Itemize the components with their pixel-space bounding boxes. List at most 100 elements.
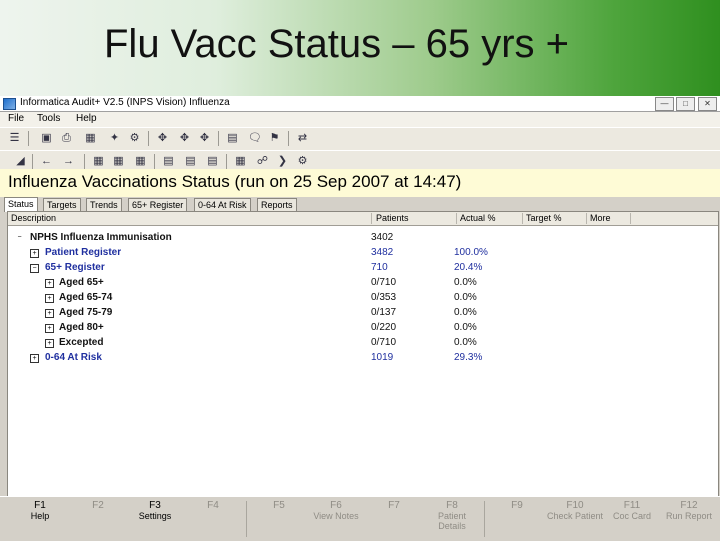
table-row[interactable]: + Aged 65+ 0/710 0.0% (8, 276, 718, 291)
f12-run-report-button[interactable]: F12 Run Report (660, 500, 718, 538)
menu-file[interactable]: File (8, 113, 24, 124)
tab-0-64-at-risk[interactable]: 0-64 At Risk (194, 198, 251, 211)
table-row[interactable]: − NPHS Influenza Immunisation 3402 (8, 231, 718, 246)
arrow-left-icon[interactable]: ← (40, 155, 53, 168)
collapse-icon[interactable]: − (16, 234, 23, 241)
row-label: Aged 80+ (59, 322, 104, 333)
row-actual: 29.3% (454, 352, 483, 363)
f9-button[interactable]: F9 (488, 500, 546, 538)
menu-tools[interactable]: Tools (37, 113, 60, 124)
row-actual: 0.0% (454, 277, 477, 288)
table-row[interactable]: + Excepted 0/710 0.0% (8, 336, 718, 351)
row-patients: 0/710 (371, 337, 397, 348)
card-icon[interactable]: ▤ (226, 132, 239, 145)
tree-icon[interactable]: ☍ (256, 155, 269, 168)
tool-icon[interactable]: ✦ (108, 132, 121, 145)
f7-button[interactable]: F7 (365, 500, 423, 538)
col-patients[interactable]: Patients (373, 213, 457, 224)
window-title: Informatica Audit+ V2.5 (INPS Vision) In… (20, 97, 230, 108)
network-icon[interactable]: ✥ (178, 132, 191, 145)
f8-patient-details-button[interactable]: F8 Patient Details (423, 500, 481, 538)
settings-gear-icon[interactable]: ⚙ (296, 155, 309, 168)
flag-icon[interactable]: ⚑ (268, 132, 281, 145)
preview-icon[interactable]: ▦ (84, 132, 97, 145)
table-row[interactable]: + 0-64 At Risk 1019 29.3% (8, 351, 718, 366)
col-target[interactable]: Target % (523, 213, 587, 224)
fkey-label: Help (30, 511, 50, 521)
report-title: Influenza Vaccinations Status (run on 25… (8, 172, 462, 191)
tab-reports[interactable]: Reports (257, 198, 297, 211)
column-header-row: Description Patients Actual % Target % M… (8, 212, 718, 226)
menu-help[interactable]: Help (76, 113, 97, 124)
f6-view-notes-button[interactable]: F6 View Notes (307, 500, 365, 538)
table-row[interactable]: + Patient Register 3482 100.0% (8, 246, 718, 261)
f5-button[interactable]: F5 (250, 500, 308, 538)
f2-button[interactable]: F2 (69, 500, 127, 538)
toolbar-separator (288, 131, 289, 146)
tab-65-register[interactable]: 65+ Register (128, 198, 188, 211)
fkey-code: F4 (207, 500, 219, 511)
network-icon[interactable]: ✥ (198, 132, 211, 145)
toolbar-separator (218, 131, 219, 146)
fkey-code: F6 (330, 500, 342, 511)
maximize-button[interactable]: □ (676, 97, 695, 111)
col-description[interactable]: Description (8, 213, 372, 224)
row-patients: 3402 (371, 232, 394, 243)
table-row[interactable]: + Aged 65-74 0/353 0.0% (8, 291, 718, 306)
document-icon[interactable]: ▤ (206, 155, 219, 168)
expand-icon[interactable]: + (45, 339, 54, 348)
expand-icon[interactable]: + (30, 354, 39, 363)
toolbar-separator (28, 131, 29, 146)
fkey-code: F1 (34, 500, 46, 511)
f3-settings-button[interactable]: F3 Settings (126, 500, 184, 538)
arrow-right-icon[interactable]: → (62, 155, 75, 168)
sync-icon[interactable]: ⇄ (296, 132, 309, 145)
table-row[interactable]: − 65+ Register 710 20.4% (8, 261, 718, 276)
expand-icon[interactable]: + (45, 294, 54, 303)
table-icon[interactable]: ▦ (234, 155, 247, 168)
function-key-bar: F1 Help F2 F3 Settings F4 F5 F6 View Not… (0, 496, 720, 541)
row-actual: 0.0% (454, 322, 477, 333)
row-patients: 3482 (371, 247, 394, 258)
settings-gear-icon[interactable]: ⚙ (128, 132, 141, 145)
minimize-button[interactable]: — (655, 97, 674, 111)
next-icon[interactable]: ❯ (276, 155, 289, 168)
tab-status[interactable]: Status (4, 197, 38, 212)
fkey-separator (246, 501, 247, 537)
collapse-icon[interactable]: − (30, 264, 39, 273)
tab-trends[interactable]: Trends (86, 198, 122, 211)
slide-header: Flu Vacc Status – 65 yrs + (0, 0, 720, 96)
toolbar-separator (84, 154, 85, 169)
fkey-label: View Notes (313, 511, 359, 521)
col-actual[interactable]: Actual % (457, 213, 523, 224)
report-icon[interactable]: ▦ (134, 155, 147, 168)
expand-icon[interactable]: + (30, 249, 39, 258)
app-window: Informatica Audit+ V2.5 (INPS Vision) In… (0, 96, 720, 541)
chart-icon[interactable]: ◢ (14, 155, 27, 168)
expand-icon[interactable]: + (45, 309, 54, 318)
tab-targets[interactable]: Targets (43, 198, 81, 211)
close-button[interactable]: ✕ (698, 97, 717, 111)
document-icon[interactable]: ▤ (162, 155, 175, 168)
print-icon[interactable]: ⎙ (60, 132, 73, 145)
row-label: Excepted (59, 337, 104, 348)
f1-help-button[interactable]: F1 Help (11, 500, 69, 538)
expand-icon[interactable]: + (45, 324, 54, 333)
report-icon[interactable]: ▦ (92, 155, 105, 168)
fkey-separator (484, 501, 485, 537)
col-more[interactable]: More (587, 213, 631, 224)
f11-coc-card-button[interactable]: F11 Coc Card (603, 500, 661, 538)
document-icon[interactable]: ▤ (184, 155, 197, 168)
f4-button[interactable]: F4 (184, 500, 242, 538)
table-row[interactable]: + Aged 80+ 0/220 0.0% (8, 321, 718, 336)
network-icon[interactable]: ✥ (156, 132, 169, 145)
speech-bubble-icon[interactable]: 🗨 (248, 132, 262, 145)
report-icon[interactable]: ▦ (112, 155, 125, 168)
list-icon[interactable]: ☰ (8, 132, 21, 145)
save-icon[interactable]: ▣ (40, 132, 53, 145)
table-row[interactable]: + Aged 75-79 0/137 0.0% (8, 306, 718, 321)
expand-icon[interactable]: + (45, 279, 54, 288)
fkey-code: F2 (92, 500, 104, 511)
tab-strip: Status Targets Trends 65+ Register 0-64 … (0, 197, 720, 212)
f10-check-patient-button[interactable]: F10 Check Patient (546, 500, 604, 538)
